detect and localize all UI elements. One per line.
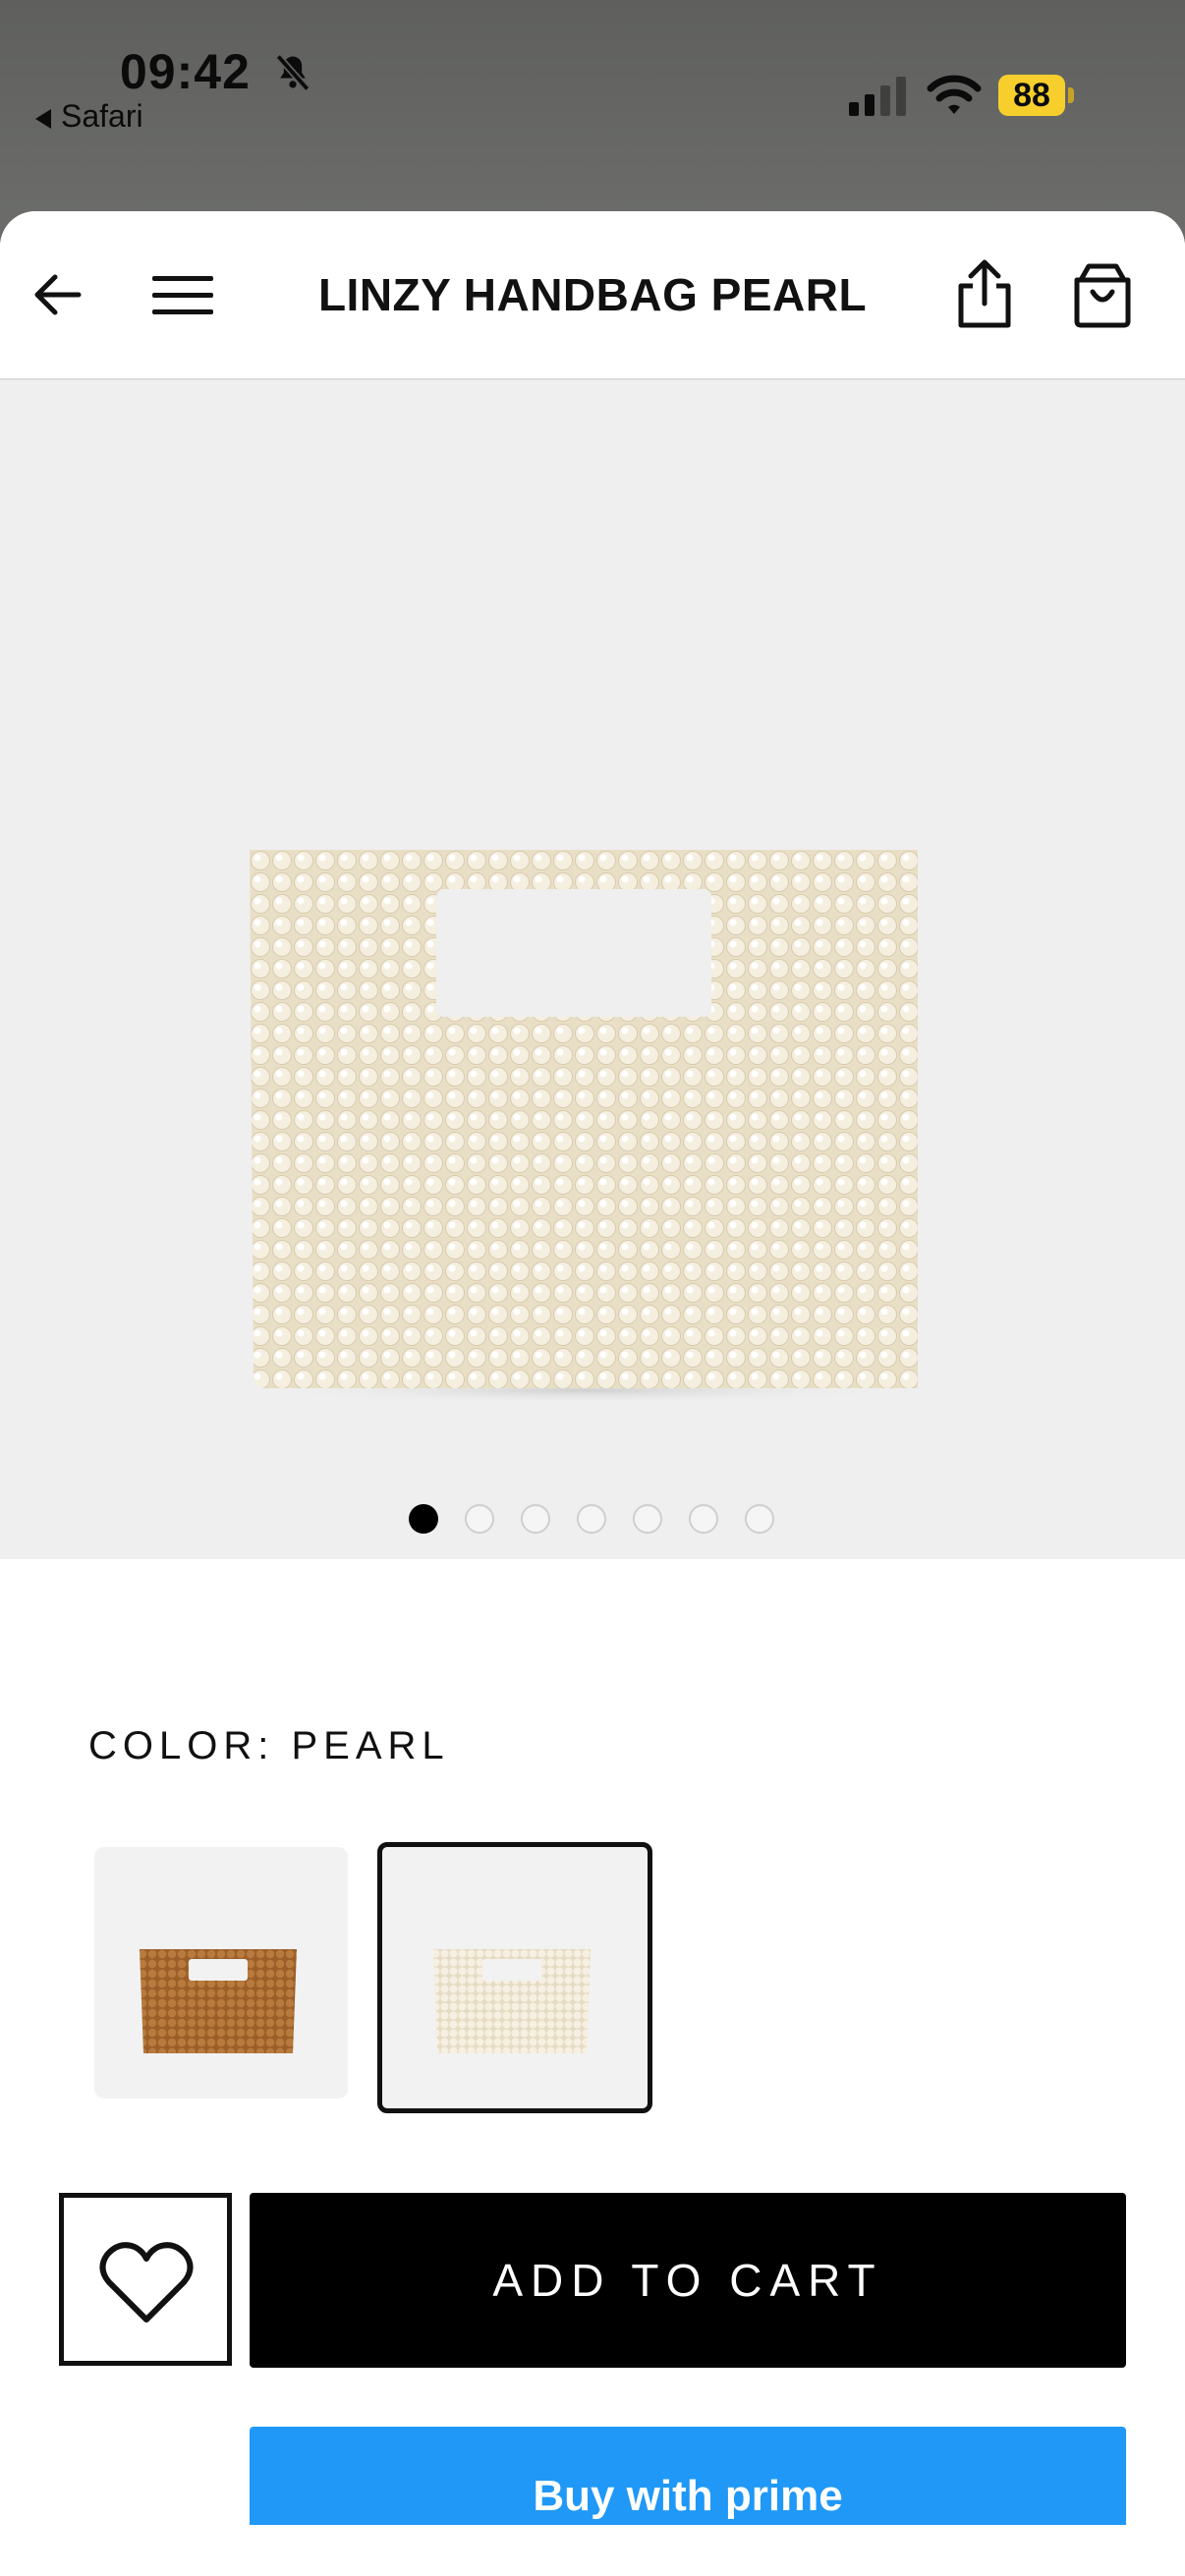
gallery-dot[interactable] [465, 1504, 494, 1534]
gallery-dot[interactable] [633, 1504, 662, 1534]
back-app-label: Safari [61, 98, 143, 134]
swatch-wood-image [140, 1949, 297, 2053]
back-to-safari[interactable]: Safari [35, 98, 143, 135]
cellular-signal-icon [849, 77, 906, 116]
battery-nub [1068, 87, 1074, 103]
status-bar: 09:42 Safari 88 [0, 0, 1185, 211]
share-icon[interactable] [953, 258, 1016, 329]
product-sheet: LINZY HANDBAG PEARL COLOR: PEARL ADD TO … [0, 211, 1185, 2576]
swatch-wood[interactable] [94, 1847, 348, 2099]
color-label: COLOR: PEARL [88, 1724, 450, 1767]
wifi-icon [927, 75, 982, 114]
shopping-bag-icon[interactable] [1071, 262, 1134, 329]
gallery-dot[interactable] [745, 1504, 774, 1534]
gallery-dot[interactable] [521, 1504, 550, 1534]
gallery-pagination [0, 1504, 1185, 1543]
gallery-dot[interactable] [689, 1504, 718, 1534]
wishlist-button[interactable] [59, 2193, 232, 2366]
product-image [250, 850, 918, 1400]
buy-with-prime-button[interactable]: Buy with prime [250, 2427, 1126, 2525]
product-image-gallery[interactable] [0, 380, 1185, 1559]
add-to-cart-button[interactable]: ADD TO CART [250, 2193, 1126, 2368]
heart-icon [99, 2242, 194, 2323]
bell-slash-icon [275, 54, 310, 91]
battery-icon: 88 [998, 75, 1065, 116]
gallery-dot[interactable] [577, 1504, 606, 1534]
swatch-pearl-image [433, 1949, 591, 2053]
gallery-dot[interactable] [409, 1504, 438, 1534]
top-nav: LINZY HANDBAG PEARL [0, 211, 1185, 380]
back-triangle-icon [35, 108, 51, 129]
status-time: 09:42 [120, 44, 251, 99]
swatch-pearl[interactable] [377, 1842, 652, 2113]
